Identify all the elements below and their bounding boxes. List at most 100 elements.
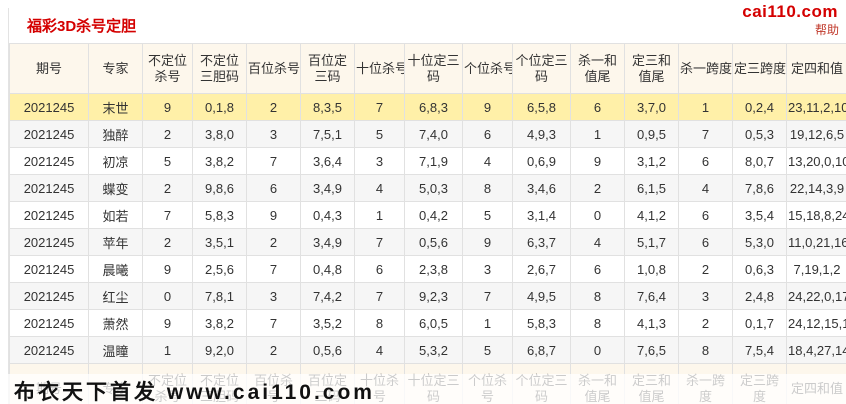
table-cell: 5,8,3 <box>192 201 247 229</box>
table-cell: 0,4,8 <box>300 255 355 283</box>
table-cell: 4 <box>570 228 625 256</box>
table-cell: 7,19,1,2 <box>786 255 846 283</box>
table-cell: 6,8,7 <box>512 336 571 364</box>
table-row: 2021245 如若 7 5,8,3 9 0,4,3 1 0,4,2 5 3,1,4 0 4,1,2 6… <box>9 201 846 229</box>
table-cell: 2 <box>142 228 193 256</box>
table-cell: 5 <box>354 120 405 148</box>
table-cell: 5 <box>142 147 193 175</box>
table-cell: 8,0,7 <box>732 147 787 175</box>
table-cell: 0,4,3 <box>300 201 355 229</box>
table-cell: 3 <box>246 282 301 310</box>
table-cell: 3 <box>678 282 733 310</box>
table-cell: 2 <box>142 174 193 202</box>
table-cell: 7,4,0 <box>404 120 463 148</box>
header-cell-text: 百位定三码 <box>307 52 347 84</box>
table-cell: 7 <box>678 120 733 148</box>
table-cell: 7 <box>354 228 405 256</box>
table-cell: 8 <box>462 174 513 202</box>
table-cell: 3,5,2 <box>300 309 355 337</box>
table-cell: 8 <box>570 282 625 310</box>
table-cell: 2 <box>246 93 301 121</box>
table-cell: 4 <box>462 147 513 175</box>
table-cell: 15,18,8,24 <box>786 201 846 229</box>
table-cell: 2,5,6 <box>192 255 247 283</box>
table-cell: 6 <box>570 93 625 121</box>
prediction-table: 期号 专家 不定位杀号 不定位三胆码 百位杀号 百位定三码 十位杀号 十位定三码… <box>9 43 846 404</box>
table-cell: 3,1,4 <box>512 201 571 229</box>
table-cell: 2021245 <box>9 255 89 283</box>
table-cell: 5,1,7 <box>624 228 679 256</box>
table-cell: 5,3,0 <box>732 228 787 256</box>
site-logo-text: cai110.com <box>742 2 838 21</box>
lottery-panel: 福彩3D杀号定胆 帮助 期号 专家 不定位杀号 不定位三胆码 百位杀号 百位定三… <box>8 8 846 404</box>
table-cell: 0,2,4 <box>732 93 787 121</box>
header-cell-text: 杀一和值尾 <box>577 52 617 84</box>
expert-name-cell: 初凉 <box>88 147 143 175</box>
table-cell: 8 <box>678 336 733 364</box>
table-cell: 3,6,4 <box>300 147 355 175</box>
table-cell: 3,4,9 <box>300 174 355 202</box>
table-cell: 2,4,8 <box>732 282 787 310</box>
header-cell: 不定位三胆码 <box>192 43 247 94</box>
table-cell: 7,5,4 <box>732 336 787 364</box>
table-cell: 22,14,3,9 <box>786 174 846 202</box>
table-cell: 6 <box>462 120 513 148</box>
table-cell: 2021245 <box>9 174 89 202</box>
table-cell: 19,12,6,5 <box>786 120 846 148</box>
table-cell: 2 <box>678 309 733 337</box>
table-cell: 6 <box>570 255 625 283</box>
table-cell: 1 <box>462 309 513 337</box>
table-cell: 4 <box>678 174 733 202</box>
watermark-text: 布衣天下首发 www.cai110.com <box>14 381 375 404</box>
table-cell: 6 <box>354 255 405 283</box>
table-cell: 4 <box>354 174 405 202</box>
table-cell: 4,9,5 <box>512 282 571 310</box>
table-cell: 3 <box>354 147 405 175</box>
table-cell: 7,6,4 <box>624 282 679 310</box>
header-cell: 杀一和值尾 <box>570 43 625 94</box>
watermark-banner: 布衣天下首发 www.cai110.com <box>0 374 846 404</box>
table-cell: 8 <box>570 309 625 337</box>
table-cell: 7 <box>354 282 405 310</box>
table-cell: 24,22,0,17 <box>786 282 846 310</box>
table-cell: 9 <box>142 255 193 283</box>
table-cell: 5 <box>462 336 513 364</box>
table-cell: 3,5,4 <box>732 201 787 229</box>
table-cell: 2021245 <box>9 336 89 364</box>
expert-name-cell: 苹年 <box>88 228 143 256</box>
header-cell: 定三跨度 <box>732 43 787 94</box>
table-cell: 2 <box>678 255 733 283</box>
table-cell: 3,4,6 <box>512 174 571 202</box>
page-title: 福彩3D杀号定胆 <box>27 18 137 35</box>
header-cell: 十位杀号 <box>354 43 405 94</box>
table-cell: 4,9,3 <box>512 120 571 148</box>
site-logo[interactable]: cai110.com <box>738 2 842 22</box>
table-cell: 2021245 <box>9 228 89 256</box>
table-cell: 3,8,2 <box>192 309 247 337</box>
help-link[interactable]: 帮助 <box>815 21 839 38</box>
expert-name-cell: 末世 <box>88 93 143 121</box>
table-cell: 1 <box>678 93 733 121</box>
table-cell: 0,5,6 <box>404 228 463 256</box>
table-cell: 1,0,8 <box>624 255 679 283</box>
table-cell: 9,8,6 <box>192 174 247 202</box>
table-row: 2021245 蝶变 2 9,8,6 6 3,4,9 4 5,0,3 8 3,4,6 2 6,1,5 4… <box>9 174 846 202</box>
table-cell: 2 <box>246 336 301 364</box>
table-cell: 3,7,0 <box>624 93 679 121</box>
table-cell: 9 <box>570 147 625 175</box>
table-cell: 0,5,6 <box>300 336 355 364</box>
table-cell: 11,0,21,16 <box>786 228 846 256</box>
header-cell: 不定位杀号 <box>142 43 193 94</box>
table-cell: 18,4,27,14 <box>786 336 846 364</box>
header-cell: 专家 <box>88 43 143 94</box>
table-cell: 24,12,15,16 <box>786 309 846 337</box>
table-cell: 0 <box>570 201 625 229</box>
table-cell: 2021245 <box>9 120 89 148</box>
table-cell: 7 <box>246 255 301 283</box>
table-cell: 9 <box>142 309 193 337</box>
table-cell: 6,1,5 <box>624 174 679 202</box>
table-cell: 6,0,5 <box>404 309 463 337</box>
table-cell: 9 <box>462 93 513 121</box>
table-cell: 2 <box>570 174 625 202</box>
title-bar: 福彩3D杀号定胆 帮助 <box>9 8 846 42</box>
